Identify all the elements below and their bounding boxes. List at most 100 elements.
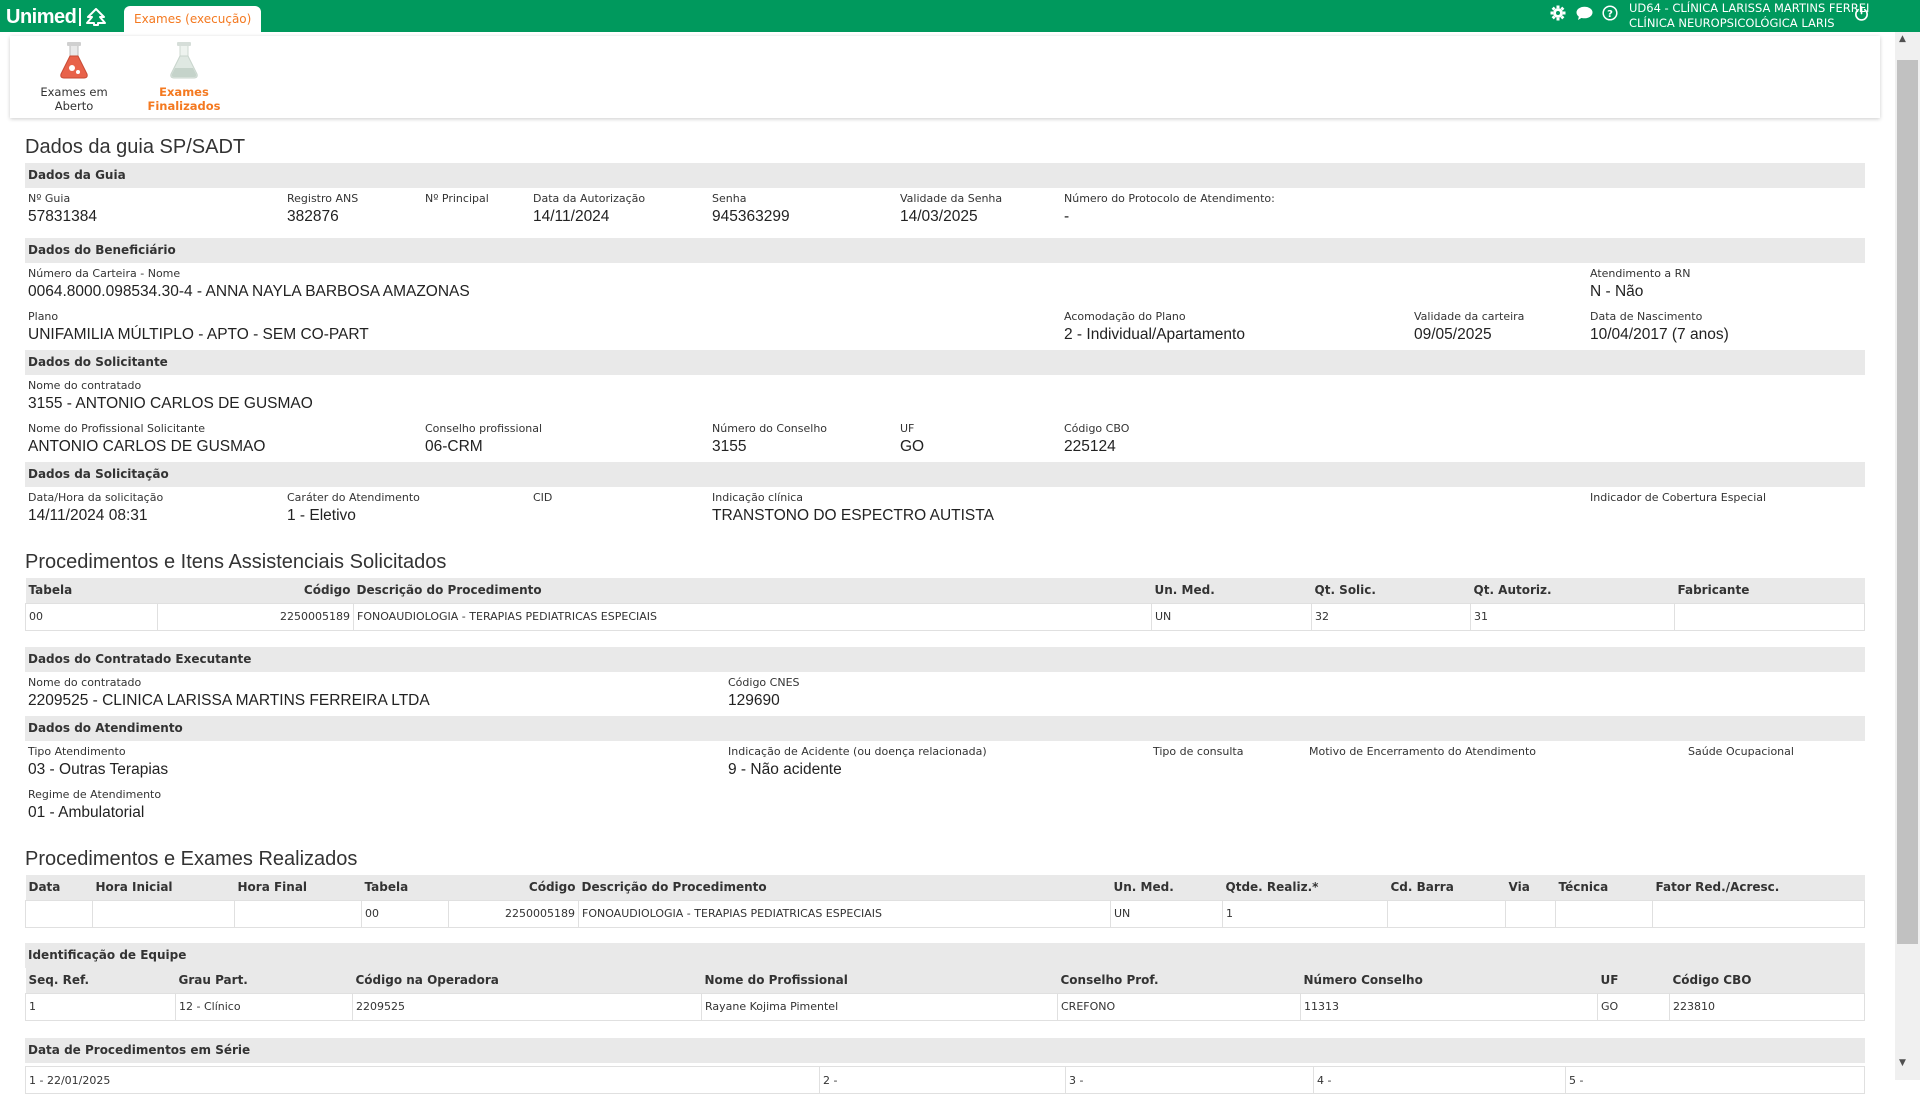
data-hora-solicitacao-label: Data/Hora da solicitação — [28, 491, 164, 504]
cell-via — [1505, 899, 1556, 928]
col-tabela: Tabela — [25, 578, 158, 603]
serie-item-3: 3 - — [1065, 1066, 1314, 1094]
col-descricao: Descrição do Procedimento — [578, 875, 1111, 900]
cell-nome-profissional: Rayane Kojima Pimentel — [701, 992, 1058, 1021]
col-tecnica: Técnica — [1555, 875, 1653, 900]
cell-grau-part: 12 - Clínico — [175, 992, 353, 1021]
proc-realizados-title: Procedimentos e Exames Realizados — [25, 848, 358, 870]
user-unit: UD64 - CLÍNICA LARISSA MARTINS FERREI — [1629, 1, 1870, 15]
cell-conselho-prof: CREFONO — [1057, 992, 1301, 1021]
nome-contratado-value: 3155 - ANTONIO CARLOS DE GUSMAO — [28, 395, 313, 412]
toolbar: Exames em Aberto Exames Finalizados — [10, 36, 1880, 118]
scroll-up-arrow-icon[interactable]: ▲ — [1899, 34, 1906, 44]
cell-tabela: 00 — [25, 602, 158, 631]
protocolo-value: - — [1064, 208, 1070, 225]
plano-label: Plano — [28, 310, 59, 323]
exames-em-aberto-label-1: Exames em — [40, 85, 108, 99]
col-codigo-cbo: Código CBO — [1669, 968, 1865, 993]
table-header-row: Data Hora Inicial Hora Final Tabela Códi… — [25, 875, 1865, 900]
carater-atendimento-value: 1 - Eletivo — [287, 507, 356, 524]
regime-atendimento-label: Regime de Atendimento — [28, 788, 162, 801]
top-bar: Unimed Exames (execução) ? UD64 - CLÍNIC… — [0, 0, 1920, 32]
codigo-cbo-label: Código CBO — [1064, 422, 1130, 435]
cell-tabela: 00 — [361, 899, 449, 928]
indicacao-acidente-value: 9 - Não acidente — [728, 761, 842, 778]
col-tabela: Tabela — [361, 875, 449, 900]
exames-finalizados-button[interactable]: Exames Finalizados — [134, 40, 234, 113]
serie-table: 1 - 22/01/2025 2 - 3 - 4 - 5 - — [25, 1066, 1865, 1094]
cell-codigo: 2250005189 — [448, 899, 579, 928]
col-descricao: Descrição do Procedimento — [353, 578, 1152, 603]
tab-exames-execucao[interactable]: Exames (execução) — [124, 6, 262, 32]
plano-value: UNIFAMILIA MÚLTIPLO - APTO - SEM CO-PART — [28, 326, 369, 343]
brand-name: Unimed — [6, 5, 77, 28]
col-seq-ref: Seq. Ref. — [25, 968, 176, 993]
serie-item-5: 5 - — [1565, 1066, 1865, 1094]
page-title: Dados da guia SP/SADT — [25, 136, 246, 158]
col-fabricante: Fabricante — [1674, 578, 1865, 603]
proc-realizados-table: Data Hora Inicial Hora Final Tabela Códi… — [25, 875, 1865, 928]
registro-ans-label: Registro ANS — [287, 192, 359, 205]
col-codigo-operadora: Código na Operadora — [352, 968, 702, 993]
exames-em-aberto-button[interactable]: Exames em Aberto — [24, 40, 124, 113]
col-conselho-prof: Conselho Prof. — [1057, 968, 1301, 993]
indicacao-clinica-label: Indicação clínica — [712, 491, 804, 504]
chat-icon[interactable] — [1574, 3, 1594, 23]
saude-ocupacional-label: Saúde Ocupacional — [1688, 745, 1794, 758]
n-guia-label: Nº Guia — [28, 192, 71, 205]
carteira-label: Número da Carteira - Nome — [28, 267, 181, 280]
indicacao-acidente-label: Indicação de Acidente (ou doença relacio… — [728, 745, 987, 758]
regime-atendimento-value: 01 - Ambulatorial — [28, 804, 145, 821]
carater-atendimento-label: Caráter do Atendimento — [287, 491, 420, 504]
proc-solicitados-table: Tabela Código Descrição do Procedimento … — [25, 578, 1865, 631]
carteira-value: 0064.8000.098534.30-4 - ANNA NAYLA BARBO… — [28, 283, 470, 300]
unimed-logo[interactable]: Unimed — [6, 5, 107, 29]
validade-senha-label: Validade da Senha — [900, 192, 1003, 205]
acomodacao-label: Acomodação do Plano — [1064, 310, 1186, 323]
exames-finalizados-label-1: Exames — [159, 85, 209, 99]
scroll-down-arrow-icon[interactable]: ▼ — [1899, 1058, 1906, 1068]
executante-nome-value: 2209525 - CLINICA LARISSA MARTINS FERREI… — [28, 692, 430, 709]
cell-cd-barra — [1387, 899, 1506, 928]
numero-conselho-label: Número do Conselho — [712, 422, 828, 435]
power-icon[interactable] — [1851, 3, 1871, 23]
cell-hora-inicial — [92, 899, 235, 928]
senha-value: 945363299 — [712, 208, 790, 225]
section-dados-solicitante: Dados do Solicitante — [25, 350, 1865, 375]
cell-qt-autoriz: 31 — [1470, 602, 1675, 631]
col-hora-inicial: Hora Inicial — [92, 875, 235, 900]
col-codigo: Código — [157, 578, 354, 603]
serie-item-1: 1 - 22/01/2025 — [25, 1066, 820, 1094]
cell-qt-solic: 32 — [1311, 602, 1471, 631]
validade-senha-value: 14/03/2025 — [900, 208, 978, 225]
flask-open-icon — [60, 42, 88, 79]
col-codigo: Código — [448, 875, 579, 900]
gear-icon[interactable] — [1548, 3, 1568, 23]
acomodacao-value: 2 - Individual/Apartamento — [1064, 326, 1245, 343]
uf-label: UF — [900, 422, 915, 435]
col-hora-final: Hora Final — [234, 875, 362, 900]
codigo-cnes-value: 129690 — [728, 692, 780, 709]
atendimento-rn-label: Atendimento a RN — [1590, 267, 1691, 280]
section-dados-atendimento: Dados do Atendimento — [25, 716, 1865, 741]
equipe-table: Seq. Ref. Grau Part. Código na Operadora… — [25, 968, 1865, 1021]
col-numero-conselho: Número Conselho — [1300, 968, 1598, 993]
user-info: UD64 - CLÍNICA LARISSA MARTINS FERREI CL… — [1629, 1, 1869, 31]
protocolo-label: Número do Protocolo de Atendimento: — [1064, 192, 1275, 205]
help-icon[interactable]: ? — [1600, 3, 1620, 23]
scrollbar-thumb[interactable] — [1897, 60, 1918, 944]
col-cd-barra: Cd. Barra — [1387, 875, 1506, 900]
n-principal-label: Nº Principal — [425, 192, 489, 205]
cell-codigo-cbo: 223810 — [1669, 992, 1865, 1021]
tipo-atendimento-value: 03 - Outras Terapias — [28, 761, 169, 778]
nome-contratado-label: Nome do contratado — [28, 379, 142, 392]
cell-descricao: FONOAUDIOLOGIA - TERAPIAS PEDIATRICAS ES… — [578, 899, 1111, 928]
tipo-consulta-label: Tipo de consulta — [1153, 745, 1244, 758]
cell-un-med: UN — [1110, 899, 1223, 928]
profissional-solicitante-value: ANTONIO CARLOS DE GUSMAO — [28, 438, 266, 455]
cell-codigo-operadora: 2209525 — [352, 992, 702, 1021]
exames-em-aberto-label-2: Aberto — [54, 99, 94, 113]
data-autorizacao-label: Data da Autorização — [533, 192, 646, 205]
cell-seq-ref: 1 — [25, 992, 176, 1021]
flask-done-icon — [170, 42, 198, 79]
